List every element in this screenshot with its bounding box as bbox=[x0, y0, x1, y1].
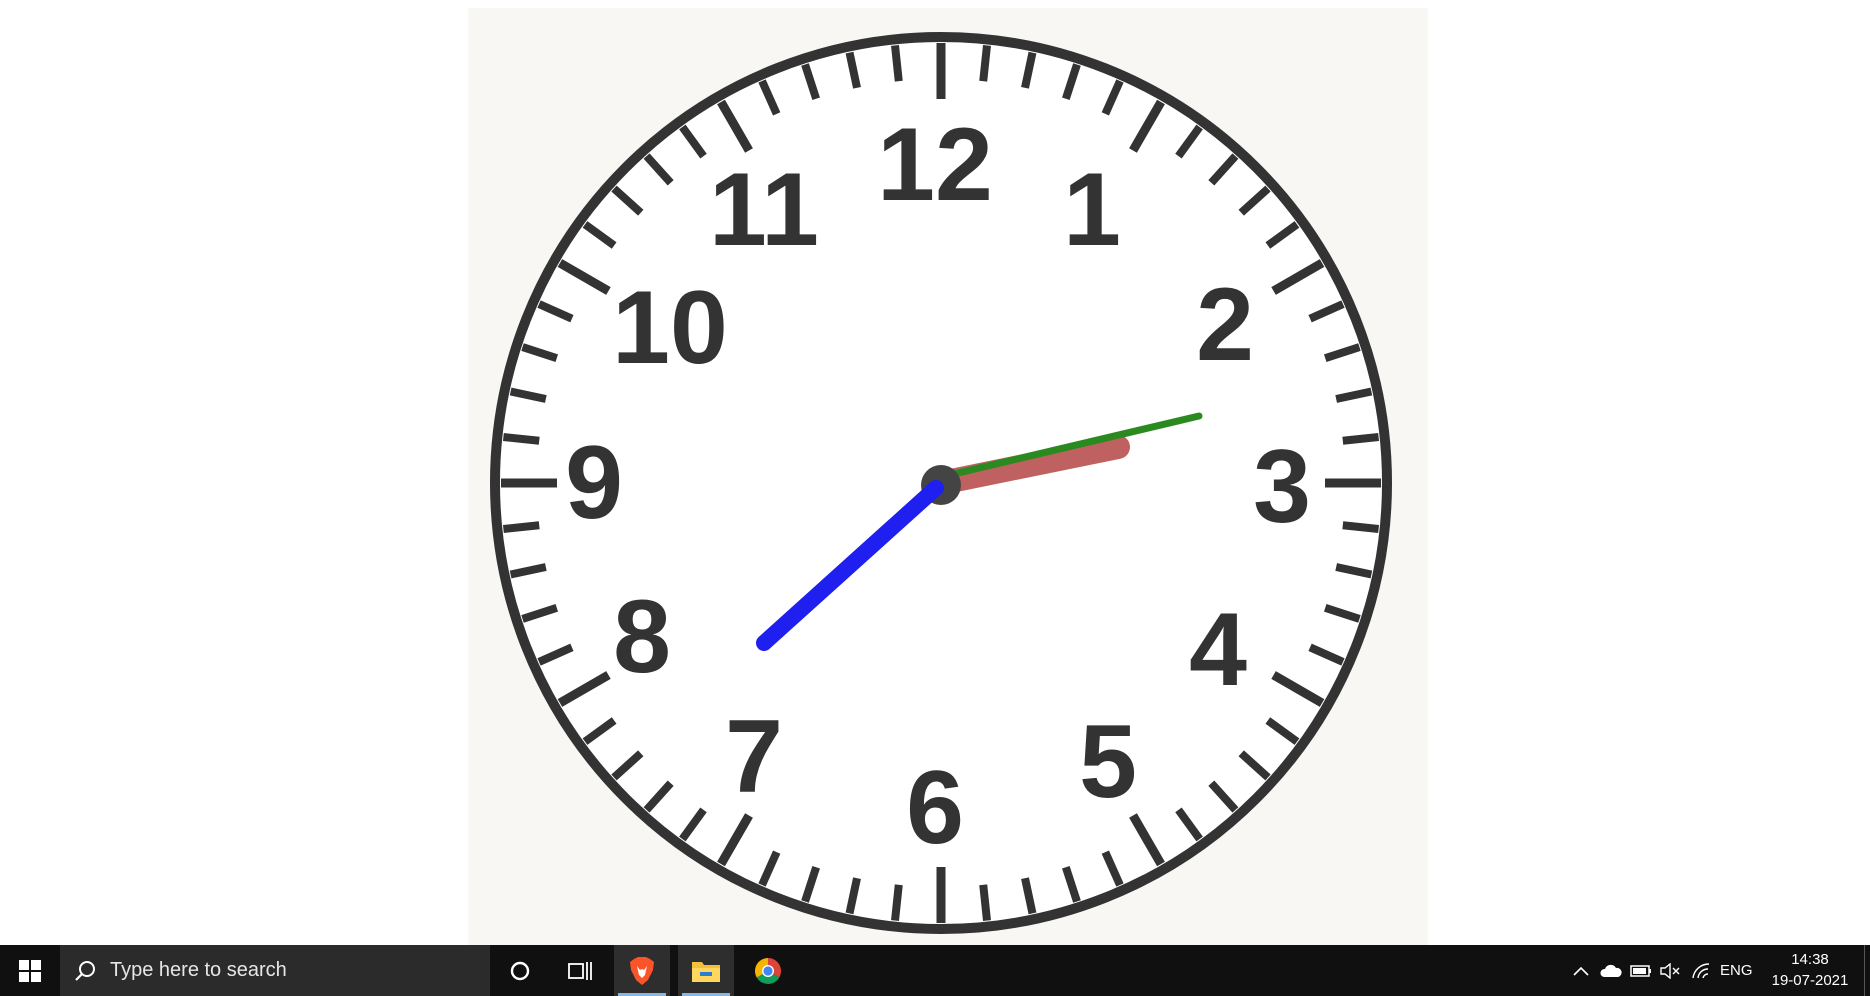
battery-icon[interactable] bbox=[1628, 945, 1654, 996]
input-language-indicator[interactable]: ENG bbox=[1720, 945, 1753, 996]
volume-muted-icon[interactable] bbox=[1658, 945, 1684, 996]
numeral-3: 3 bbox=[1253, 429, 1311, 545]
minute-tick bbox=[891, 884, 903, 922]
brave-taskbar-app[interactable] bbox=[614, 945, 670, 996]
minute-tick bbox=[1342, 521, 1380, 533]
cortana-circle-icon bbox=[510, 961, 530, 980]
numeral-8: 8 bbox=[613, 579, 671, 695]
numeral-5: 5 bbox=[1079, 704, 1137, 820]
chrome-icon bbox=[754, 957, 782, 984]
windows-logo-icon bbox=[19, 959, 41, 982]
clock-face: 12 1 2 3 4 5 6 7 8 9 10 11 bbox=[490, 32, 1392, 934]
numeral-1: 1 bbox=[1063, 152, 1121, 268]
search-placeholder: Type here to search bbox=[110, 959, 287, 981]
numeral-2: 2 bbox=[1196, 267, 1254, 383]
numeral-7: 7 bbox=[725, 699, 783, 815]
minute-tick bbox=[979, 44, 991, 82]
folder-icon bbox=[692, 961, 720, 982]
show-desktop-button[interactable] bbox=[1864, 945, 1870, 996]
brave-lion-icon bbox=[630, 956, 654, 985]
taskbar-clock[interactable]: 14:38 19-07-2021 bbox=[1760, 949, 1860, 991]
minute-tick bbox=[979, 884, 991, 922]
taskbar-search-box[interactable]: Type here to search bbox=[60, 945, 490, 996]
wifi-icon[interactable] bbox=[1688, 945, 1714, 996]
numeral-12: 12 bbox=[877, 107, 993, 223]
numeral-10: 10 bbox=[612, 270, 728, 386]
show-hidden-icons-chevron-icon[interactable] bbox=[1568, 945, 1594, 996]
task-view-icon bbox=[568, 961, 592, 980]
taskbar-date: 19-07-2021 bbox=[1771, 972, 1849, 989]
minute-tick bbox=[891, 44, 903, 82]
numeral-11: 11 bbox=[709, 152, 819, 268]
minute-tick bbox=[1342, 433, 1380, 445]
taskbar: Type here to search ENG 14:38 19-07-2021 bbox=[0, 945, 1870, 996]
chrome-taskbar-app[interactable] bbox=[742, 945, 794, 996]
cortana-button[interactable] bbox=[500, 945, 540, 996]
start-button[interactable] bbox=[0, 945, 60, 996]
task-view-button[interactable] bbox=[560, 945, 600, 996]
onedrive-cloud-icon[interactable] bbox=[1598, 945, 1624, 996]
file-explorer-taskbar-app[interactable] bbox=[678, 945, 734, 996]
numeral-6: 6 bbox=[906, 750, 964, 866]
numeral-9: 9 bbox=[565, 425, 623, 541]
numeral-4: 4 bbox=[1189, 592, 1247, 708]
minute-tick bbox=[502, 521, 540, 533]
taskbar-time: 14:38 bbox=[1791, 951, 1829, 968]
search-icon bbox=[74, 960, 96, 982]
image-viewer: 12 1 2 3 4 5 6 7 8 9 10 11 bbox=[0, 0, 1870, 945]
minute-tick bbox=[502, 433, 540, 445]
